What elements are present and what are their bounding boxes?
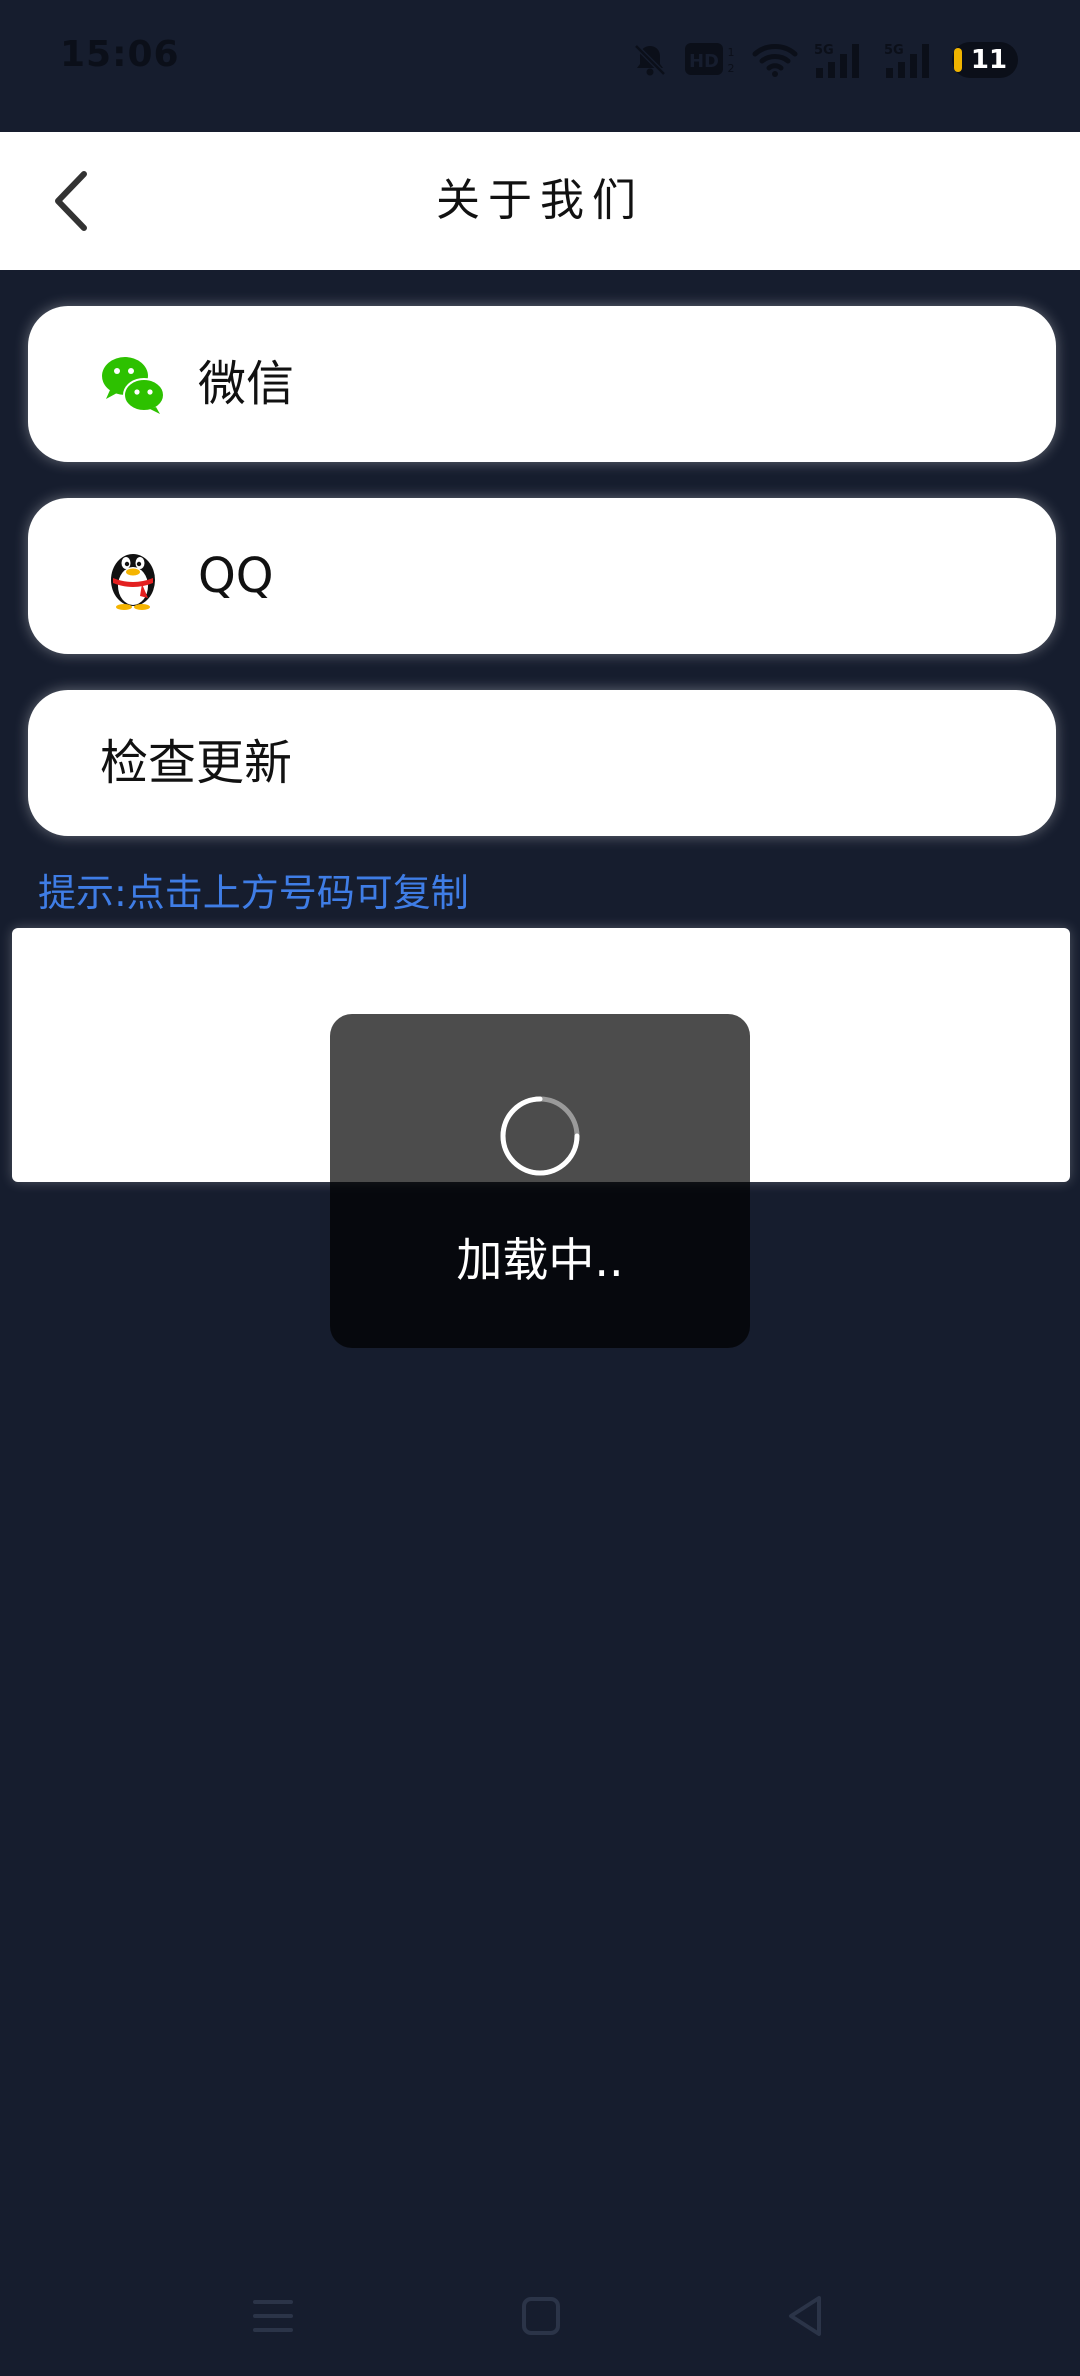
mute-bell-icon <box>634 44 666 76</box>
battery-level: 11 <box>970 45 1008 75</box>
signal-5g-icon: 5G <box>814 43 859 78</box>
hint-text: 提示:点击上方号码可复制 <box>38 871 469 915</box>
hd-label: HD <box>689 51 719 72</box>
hd-icon: HD 1 2 <box>685 43 735 75</box>
qq-label: QQ <box>198 548 274 604</box>
page-title: 关于我们 <box>436 175 644 226</box>
battery-icon: 11 <box>952 42 1018 78</box>
menu-icon <box>253 2300 293 2332</box>
network-label-2: 5G <box>884 43 904 58</box>
wifi-icon <box>752 44 798 77</box>
nav-menu-button[interactable] <box>243 2286 303 2346</box>
wechat-icon <box>102 357 165 414</box>
wechat-item[interactable]: 微信 <box>28 306 1056 462</box>
status-bar: 15:06 HD 1 2 5G 5G 11 <box>0 0 1080 132</box>
wechat-label: 微信 <box>198 356 295 412</box>
svg-text:2: 2 <box>728 62 735 75</box>
header: 关于我们 <box>0 132 1080 270</box>
status-icons: HD 1 2 5G 5G 11 <box>630 36 1018 84</box>
nav-home-button[interactable] <box>511 2286 571 2346</box>
network-label-1: 5G <box>814 43 834 58</box>
svg-text:1: 1 <box>728 46 735 59</box>
spinner-icon <box>500 1096 580 1176</box>
back-button[interactable] <box>36 166 106 236</box>
loading-toast: 加载中.. <box>330 1014 750 1348</box>
battery-level-bar <box>954 48 962 72</box>
nav-back-button[interactable] <box>775 2286 835 2346</box>
status-time: 15:06 <box>60 34 180 75</box>
back-triangle-icon <box>789 2296 821 2336</box>
check-update-item[interactable]: 检查更新 <box>28 690 1056 836</box>
navigation-bar <box>0 2250 1080 2376</box>
qq-penguin-icon <box>111 554 155 610</box>
signal-5g-icon: 5G <box>884 43 929 78</box>
qq-item[interactable]: QQ <box>28 498 1056 654</box>
check-update-label: 检查更新 <box>100 735 293 791</box>
loading-text: 加载中.. <box>456 1233 624 1287</box>
chevron-left-icon <box>55 171 87 231</box>
home-icon <box>522 2297 560 2335</box>
